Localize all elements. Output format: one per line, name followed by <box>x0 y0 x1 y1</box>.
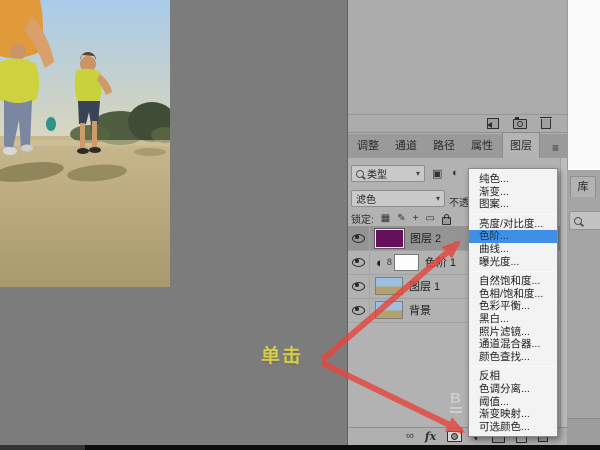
blend-mode-combo[interactable]: 滤色 ▾ <box>351 190 445 207</box>
layer-style-fx-icon[interactable]: fx <box>425 430 436 443</box>
menu-item-threshold[interactable]: 阈值... <box>469 396 557 409</box>
tab-paths[interactable]: 路径 <box>426 133 462 158</box>
layer-name[interactable]: 图层 1 <box>409 278 440 294</box>
chevron-down-icon: ▾ <box>436 194 440 203</box>
menu-item-photo-filter[interactable]: 照片滤镜... <box>469 326 557 339</box>
menu-item-color-balance[interactable]: 色彩平衡... <box>469 300 557 313</box>
menu-separator <box>471 214 555 215</box>
menu-item-brightness-contrast[interactable]: 亮度/对比度... <box>469 218 557 231</box>
tab-adjustments[interactable]: 调整 <box>350 133 386 158</box>
levels-adjustment-icon[interactable]: ◐ <box>376 255 384 270</box>
photoshop-workspace: 单击 调整 通道 路径 属性 图层 ≡ 类型 ▾ ▣ ◐ <box>0 0 600 450</box>
panel-menu-icon[interactable]: ≡ <box>552 138 559 158</box>
canvas-photo-children-running <box>0 0 170 287</box>
history-panel-body <box>348 0 567 115</box>
layer-filter-type-combo[interactable]: 类型 ▾ <box>351 165 425 182</box>
menu-item-posterize[interactable]: 色调分离... <box>469 383 557 396</box>
taskbar-strip <box>0 445 600 450</box>
mask-link-icon[interactable]: 8 <box>387 257 392 267</box>
blend-mode-value: 滤色 <box>356 191 376 206</box>
menu-item-gradient-map[interactable]: 渐变映射... <box>469 408 557 421</box>
menu-item-vibrance[interactable]: 自然饱和度... <box>469 275 557 288</box>
eye-icon[interactable] <box>352 282 365 291</box>
lock-transparent-icon[interactable]: ▦ <box>381 213 390 224</box>
layer1-thumbnail[interactable] <box>375 277 403 295</box>
menu-item-curves[interactable]: 曲线... <box>469 243 557 256</box>
visibility-cell[interactable] <box>348 226 370 250</box>
new-adjustment-layer-menu: 纯色... 渐变... 图案... 亮度/对比度... 色阶... 曲线... … <box>468 168 558 437</box>
new-snapshot-camera-icon[interactable] <box>513 119 527 129</box>
tab-libraries[interactable]: 库 <box>570 176 596 197</box>
delete-trash-icon[interactable] <box>541 119 551 129</box>
layer-name[interactable]: 背景 <box>409 302 431 318</box>
adjustment-layer-filter-icon[interactable]: ◐ <box>452 167 459 179</box>
layer-name[interactable]: 色阶 1 <box>425 254 456 270</box>
search-magnifier-icon <box>574 217 582 225</box>
menu-item-exposure[interactable]: 曝光度... <box>469 256 557 269</box>
tab-layers[interactable]: 图层 <box>502 132 540 158</box>
tab-channels[interactable]: 通道 <box>388 133 424 158</box>
menu-item-solid-color[interactable]: 纯色... <box>469 173 557 186</box>
eye-icon[interactable] <box>352 258 365 267</box>
link-layers-icon[interactable]: ∞ <box>406 431 414 442</box>
lock-all-icon[interactable] <box>442 217 451 225</box>
visibility-cell[interactable] <box>348 250 370 274</box>
lock-label: 锁定: <box>351 211 374 226</box>
background-thumbnail[interactable] <box>375 301 403 319</box>
lock-paint-icon[interactable]: ✎ <box>397 213 405 224</box>
layer2-thumbnail[interactable] <box>375 229 404 248</box>
menu-item-selective-color[interactable]: 可选颜色... <box>469 421 557 434</box>
menu-item-pattern[interactable]: 图案... <box>469 198 557 211</box>
menu-separator <box>471 271 555 272</box>
search-magnifier-icon <box>356 170 364 178</box>
history-panel-toolbar <box>348 115 567 133</box>
eye-icon[interactable] <box>352 306 365 315</box>
menu-item-invert[interactable]: 反相 <box>469 370 557 383</box>
menu-item-color-lookup[interactable]: 颜色查找... <box>469 351 557 364</box>
visibility-cell[interactable] <box>348 298 370 322</box>
lock-move-icon[interactable]: + <box>413 213 419 224</box>
menu-separator <box>471 366 555 367</box>
visibility-cell[interactable] <box>348 274 370 298</box>
filter-type-value: 类型 <box>367 166 387 181</box>
new-doc-from-state-icon[interactable] <box>487 118 499 129</box>
libraries-bottom-bar <box>567 418 600 446</box>
panel-tabs-bar: 调整 通道 路径 属性 图层 ≡ <box>348 134 567 158</box>
tab-properties[interactable]: 属性 <box>464 133 500 158</box>
menu-item-levels[interactable]: 色阶... <box>469 230 557 243</box>
eye-icon[interactable] <box>352 234 365 243</box>
pixel-layer-filter-icon[interactable]: ▣ <box>432 167 442 180</box>
libraries-strip: 库 <box>567 0 600 450</box>
lock-artboard-icon[interactable]: ▭ <box>425 213 434 224</box>
layer-mask-thumbnail[interactable] <box>394 254 419 271</box>
add-layer-mask-icon[interactable] <box>447 431 462 442</box>
menu-item-hue-saturation[interactable]: 色相/饱和度... <box>469 288 557 301</box>
libraries-white-area <box>567 0 600 170</box>
menu-item-channel-mixer[interactable]: 通道混合器... <box>469 338 557 351</box>
layer-name[interactable]: 图层 2 <box>410 230 441 246</box>
chevron-down-icon: ▾ <box>416 169 420 178</box>
click-annotation-label: 单击 <box>261 341 303 368</box>
watermark: B <box>450 392 462 413</box>
lock-options-row: 锁定: ▦ ✎ + ▭ <box>351 211 451 226</box>
menu-item-gradient[interactable]: 渐变... <box>469 186 557 199</box>
libraries-search-input[interactable] <box>569 211 600 230</box>
menu-item-black-white[interactable]: 黑白... <box>469 313 557 326</box>
